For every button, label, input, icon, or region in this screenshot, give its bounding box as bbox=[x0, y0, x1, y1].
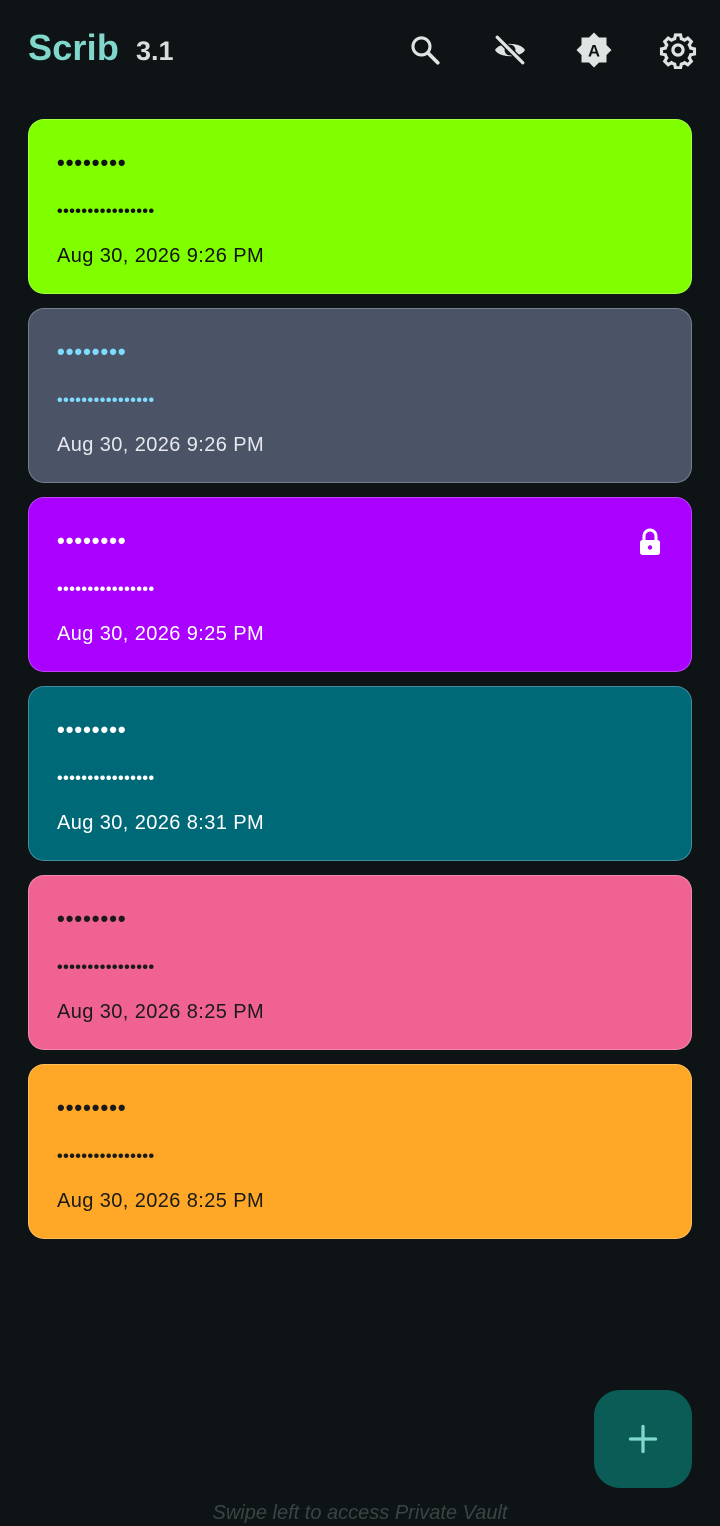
note-card[interactable]: •••••••• •••••••••••••••• Aug 30, 2026 8… bbox=[28, 686, 692, 861]
note-card[interactable]: •••••••• •••••••••••••••• Aug 30, 2026 9… bbox=[28, 119, 692, 294]
note-title: •••••••• bbox=[57, 528, 127, 553]
note-date: Aug 30, 2026 8:25 PM bbox=[57, 1190, 265, 1212]
auto-brightness-icon: A bbox=[576, 32, 612, 68]
note-card[interactable]: •••••••• •••••••••••••••• Aug 30, 2026 9… bbox=[28, 308, 692, 483]
add-note-button[interactable] bbox=[594, 1390, 692, 1488]
note-body: •••••••••••••••• bbox=[57, 770, 155, 787]
note-body: •••••••••••••••• bbox=[57, 1148, 155, 1165]
app-version: 3.1 bbox=[136, 36, 174, 66]
note-list: •••••••• •••••••••••••••• Aug 30, 2026 9… bbox=[28, 119, 692, 1253]
lock-icon bbox=[640, 528, 660, 555]
search-icon bbox=[411, 36, 440, 65]
private-vault-hint: Swipe left to access Private Vault bbox=[212, 1502, 508, 1524]
search-button[interactable] bbox=[399, 24, 451, 76]
app-bar: Scrib 3.1 A bbox=[0, 0, 720, 100]
theme-button[interactable]: A bbox=[568, 24, 620, 76]
note-body: •••••••••••••••• bbox=[57, 581, 155, 598]
app-title: Scrib bbox=[28, 27, 120, 68]
note-card[interactable]: •••••••• •••••••••••••••• Aug 30, 2026 8… bbox=[28, 1064, 692, 1239]
note-date: Aug 30, 2026 9:25 PM bbox=[57, 623, 265, 645]
note-date: Aug 30, 2026 8:25 PM bbox=[57, 1001, 265, 1023]
gear-icon bbox=[659, 33, 697, 69]
note-title: •••••••• bbox=[57, 717, 127, 742]
note-title: •••••••• bbox=[57, 339, 127, 364]
note-body: •••••••••••••••• bbox=[57, 959, 155, 976]
note-body: •••••••••••••••• bbox=[57, 392, 155, 409]
note-title: •••••••• bbox=[57, 150, 127, 175]
note-title: •••••••• bbox=[57, 906, 127, 931]
note-card[interactable]: •••••••• •••••••••••••••• Aug 30, 2026 8… bbox=[28, 875, 692, 1050]
visibility-off-icon bbox=[495, 35, 525, 65]
note-date: Aug 30, 2026 8:31 PM bbox=[57, 812, 265, 834]
note-body: •••••••••••••••• bbox=[57, 203, 155, 220]
note-date: Aug 30, 2026 9:26 PM bbox=[57, 434, 265, 456]
hide-content-button[interactable] bbox=[484, 24, 536, 76]
plus-icon bbox=[628, 1424, 658, 1454]
svg-text:A: A bbox=[588, 41, 600, 60]
note-card[interactable]: •••••••• •••••••••••••••• Aug 30, 2026 9… bbox=[28, 497, 692, 672]
note-date: Aug 30, 2026 9:26 PM bbox=[57, 245, 265, 267]
settings-button[interactable] bbox=[652, 24, 704, 76]
note-title: •••••••• bbox=[57, 1095, 127, 1120]
